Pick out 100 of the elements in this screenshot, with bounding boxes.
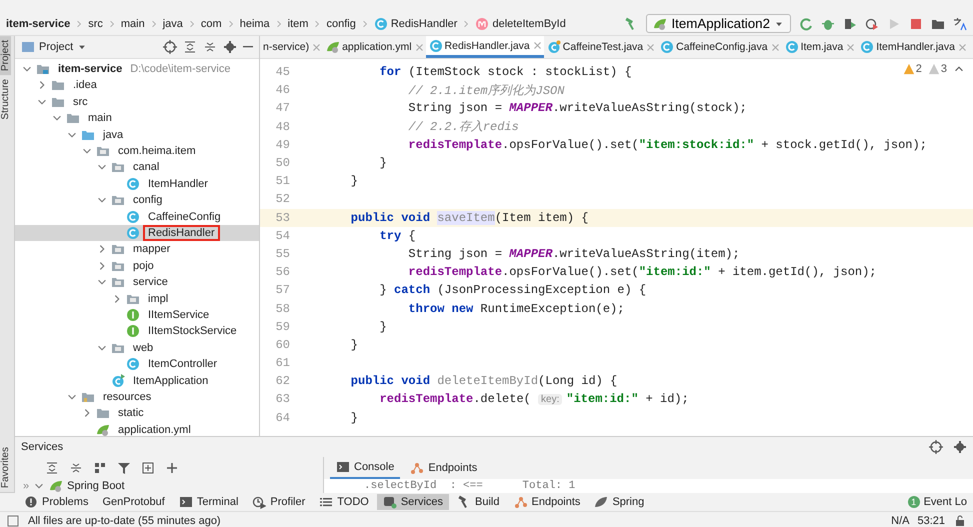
line-number: 64 <box>274 410 291 425</box>
tool-window-tab[interactable]: GenProtobuf <box>96 495 171 509</box>
code-line: } <box>350 410 358 425</box>
tree-item[interactable]: com.heima.item <box>113 143 201 160</box>
service-tree-item[interactable]: Spring Boot <box>67 480 125 492</box>
line-number: 50 <box>274 156 291 170</box>
tree-item[interactable]: canal <box>128 159 164 176</box>
run-icon <box>887 16 901 30</box>
tree-item[interactable]: RedisHandler <box>143 224 220 241</box>
editor-tab[interactable]: ItemHandler.java <box>857 36 969 58</box>
breadcrumb-item[interactable]: config <box>326 18 356 30</box>
tree-item[interactable]: pojo <box>128 258 159 274</box>
tool-window-button[interactable]: Favorites <box>0 442 11 492</box>
encoding-indicator[interactable]: N/A <box>891 514 910 526</box>
code-line: for (ItemStock stock : stockList) { <box>378 65 632 80</box>
tree-item[interactable]: ItemController <box>143 356 222 372</box>
event-log-tab[interactable]: 1 Event Lo <box>902 495 973 509</box>
tree-item[interactable]: CaffeineConfig <box>143 208 226 225</box>
tree-item[interactable]: web <box>128 340 158 356</box>
breadcrumb-item[interactable]: main <box>120 18 145 30</box>
line-number: 47 <box>274 101 291 116</box>
tool-window-tab[interactable]: Endpoints <box>508 494 586 510</box>
editor-tab[interactable]: application.yml <box>323 36 426 58</box>
breadcrumb-item[interactable]: deleteItemById <box>492 18 566 30</box>
terminal-icon <box>178 495 193 509</box>
package-folder-icon <box>96 144 110 158</box>
coverage-icon <box>843 16 857 30</box>
package-folder-icon <box>111 242 125 256</box>
services-icon <box>382 495 397 509</box>
tree-item[interactable]: service <box>128 274 173 290</box>
line-number: 54 <box>274 228 291 243</box>
tree-item[interactable]: ItemHandler <box>143 176 213 192</box>
tree-item[interactable]: ItemApplication <box>128 372 214 388</box>
breadcrumb-item[interactable]: heima <box>240 18 270 30</box>
code-line: // 2.1.item序列化为JSON <box>407 82 564 99</box>
package-folder-icon <box>111 160 125 174</box>
code-line: // 2.2.存入redis <box>407 119 519 136</box>
tree-item[interactable]: java <box>98 126 128 143</box>
close-icon[interactable] <box>647 44 654 50</box>
breadcrumb-item[interactable]: java <box>162 18 183 30</box>
tool-window-button[interactable]: Project <box>0 36 11 76</box>
code-line: throw new RuntimeException(e); <box>407 302 624 316</box>
breadcrumb-item[interactable]: item-service <box>6 18 70 30</box>
line-number: 62 <box>274 374 291 388</box>
close-icon[interactable] <box>958 44 966 50</box>
inspection-count[interactable]: 2 <box>916 63 922 75</box>
breadcrumb-item[interactable]: RedisHandler <box>390 18 458 30</box>
code-line: } <box>350 338 358 352</box>
minimize-icon <box>243 46 253 48</box>
panel-title[interactable]: Project <box>39 40 74 53</box>
tool-window-tab[interactable]: TODO <box>313 494 375 510</box>
yaml-leaf-icon <box>96 422 110 436</box>
console-tab[interactable]: Endpoints <box>404 457 484 479</box>
caret-position[interactable]: 53:21 <box>917 514 945 526</box>
close-icon[interactable] <box>772 44 779 50</box>
close-icon[interactable] <box>313 44 320 50</box>
tool-window-tab[interactable]: Build <box>451 494 506 510</box>
warning-icon <box>902 63 915 75</box>
editor-tab[interactable]: RedisHandler.java <box>426 36 544 58</box>
tool-window-tab[interactable]: Spring <box>588 494 650 510</box>
line-number: 55 <box>274 246 291 261</box>
tree-item[interactable]: src <box>68 94 93 110</box>
tree-item[interactable]: application.yml <box>113 422 196 436</box>
tree-item[interactable]: main <box>83 110 117 126</box>
tree-item[interactable]: mapper <box>128 241 176 258</box>
inspection-count[interactable]: 3 <box>940 63 947 75</box>
line-number: 52 <box>274 192 291 206</box>
tree-item[interactable]: IItemStockService <box>143 323 242 340</box>
close-icon[interactable] <box>534 42 541 49</box>
profiler-icon <box>252 495 266 509</box>
editor-tab[interactable]: CaffeineConfig.java <box>657 36 782 58</box>
close-icon[interactable] <box>416 44 423 50</box>
tool-window-tab[interactable]: Problems <box>18 494 94 510</box>
code-line: redisTemplate.opsForValue().set("item:id:" + item.getId(), json); <box>407 265 877 280</box>
line-number: 58 <box>274 302 291 316</box>
editor-tab[interactable]: CaffeineTest.java <box>544 36 658 58</box>
tree-item[interactable]: item-service <box>53 61 128 78</box>
tree-item[interactable]: static <box>113 405 149 422</box>
tree-item[interactable]: resources <box>98 388 156 405</box>
close-icon[interactable] <box>847 44 854 50</box>
run-configuration-dropdown[interactable]: ItemApplication2 <box>646 14 791 33</box>
editor-tab[interactable]: Item.java <box>782 36 858 58</box>
tree-item[interactable]: IItemService <box>143 306 214 323</box>
breadcrumb-item[interactable]: item <box>288 18 308 30</box>
tree-item[interactable]: impl <box>143 290 174 307</box>
editor-tab[interactable]: n-service) <box>260 36 324 58</box>
breadcrumb-item[interactable]: com <box>200 18 222 30</box>
tool-window-tab[interactable]: Profiler <box>246 494 312 510</box>
tree-item[interactable]: config <box>128 192 168 208</box>
line-number: 46 <box>274 83 291 98</box>
tool-window-tab[interactable]: Terminal <box>172 494 244 510</box>
tree-item[interactable]: .idea <box>68 77 102 94</box>
warning-circle-icon <box>24 495 38 509</box>
tool-window-tab[interactable]: Services <box>376 494 450 510</box>
module-folder-icon <box>36 62 50 76</box>
line-number: 48 <box>274 120 291 134</box>
folder-icon <box>96 406 110 420</box>
class-icon <box>374 16 388 30</box>
breadcrumb-item[interactable]: src <box>88 18 103 30</box>
tool-window-button[interactable]: Structure <box>0 75 11 124</box>
